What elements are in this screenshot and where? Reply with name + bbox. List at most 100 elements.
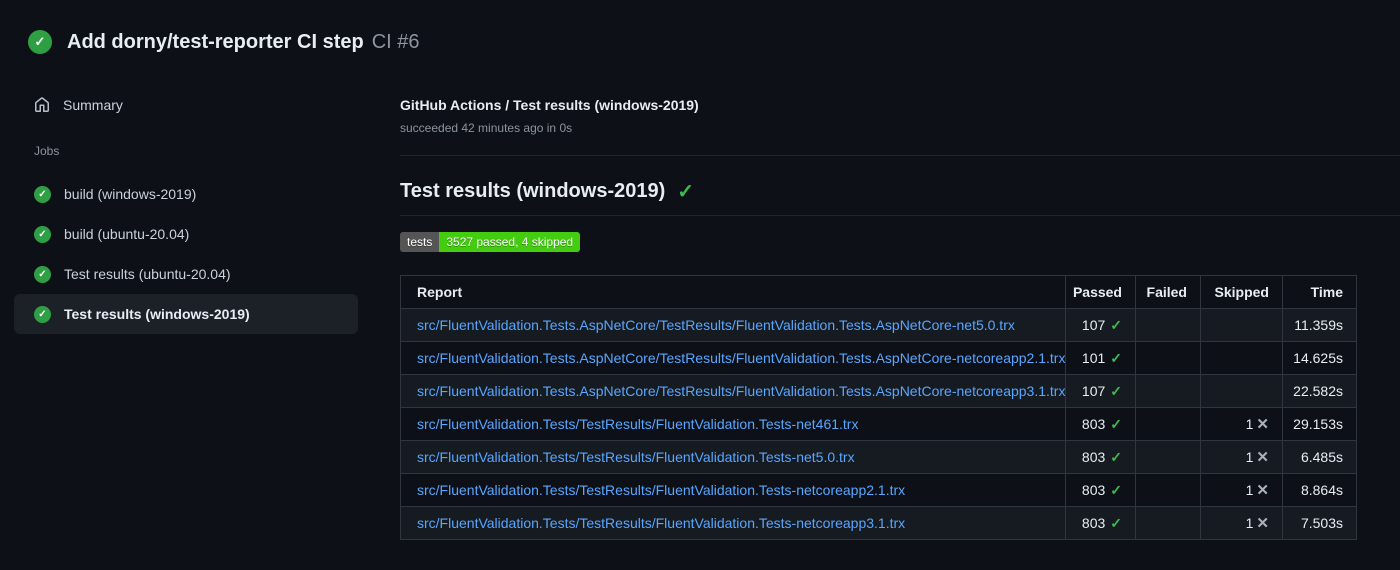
skipped-x-icon: ✕ bbox=[1256, 515, 1269, 532]
time-cell: 29.153s bbox=[1282, 407, 1357, 441]
passed-check-icon: ✓ bbox=[1110, 415, 1122, 432]
table-row: src/FluentValidation.Tests.AspNetCore/Te… bbox=[400, 341, 1357, 375]
sidebar-summary-label: Summary bbox=[63, 97, 123, 113]
failed-cell bbox=[1135, 440, 1201, 474]
passed-count: 107 bbox=[1081, 316, 1106, 333]
passed-check-icon: ✓ bbox=[1110, 481, 1122, 498]
main-content: GitHub Actions / Test results (windows-2… bbox=[400, 96, 1400, 540]
failed-cell bbox=[1135, 506, 1201, 540]
time-cell: 6.485s bbox=[1282, 440, 1357, 474]
job-success-check-icon: ✓ bbox=[34, 225, 51, 243]
sidebar: Summary Jobs ✓ build (windows-2019) ✓ bu… bbox=[0, 88, 372, 334]
section-title: Test results (windows-2019) bbox=[400, 180, 666, 202]
job-label: Test results (ubuntu-20.04) bbox=[64, 266, 231, 282]
check-run-title: GitHub Actions / Test results (windows-2… bbox=[400, 97, 699, 113]
passed-count: 803 bbox=[1081, 448, 1106, 465]
passed-check-icon: ✓ bbox=[1110, 349, 1122, 366]
time-cell: 14.625s bbox=[1282, 341, 1357, 375]
check-run-status: succeeded 42 minutes ago in 0s bbox=[400, 121, 573, 135]
passed-check-icon: ✓ bbox=[1110, 316, 1122, 333]
job-label: build (windows-2019) bbox=[64, 186, 197, 202]
sidebar-job-test-results-windows-2019[interactable]: ✓ Test results (windows-2019) bbox=[14, 294, 358, 334]
skipped-cell bbox=[1200, 374, 1283, 408]
skipped-x-icon: ✕ bbox=[1256, 449, 1269, 466]
sidebar-jobs-list: ✓ build (windows-2019) ✓ build (ubuntu-2… bbox=[0, 174, 372, 334]
report-cell: src/FluentValidation.Tests.AspNetCore/Te… bbox=[400, 341, 1066, 375]
run-success-check-icon: ✓ bbox=[28, 30, 52, 54]
passed-check-icon: ✓ bbox=[1110, 514, 1122, 531]
passed-cell: 803 ✓ bbox=[1065, 473, 1136, 507]
section-heading: Test results (windows-2019) ✓ bbox=[400, 179, 1400, 204]
passed-check-icon: ✓ bbox=[1110, 448, 1122, 465]
report-cell: src/FluentValidation.Tests.AspNetCore/Te… bbox=[400, 308, 1066, 342]
report-link[interactable]: src/FluentValidation.Tests.AspNetCore/Te… bbox=[417, 383, 1065, 399]
failed-cell bbox=[1135, 308, 1201, 342]
table-row: src/FluentValidation.Tests/TestResults/F… bbox=[400, 407, 1357, 441]
passed-count: 101 bbox=[1081, 349, 1106, 366]
sidebar-job-build-ubuntu-2004[interactable]: ✓ build (ubuntu-20.04) bbox=[14, 214, 358, 254]
passed-count: 107 bbox=[1081, 382, 1106, 399]
skipped-count: 1 bbox=[1245, 449, 1254, 465]
time-cell: 11.359s bbox=[1282, 308, 1357, 342]
skipped-cell: 1 ✕ bbox=[1200, 407, 1283, 441]
report-link[interactable]: src/FluentValidation.Tests/TestResults/F… bbox=[417, 482, 905, 498]
passed-count: 803 bbox=[1081, 415, 1106, 432]
sidebar-jobs-heading: Jobs bbox=[34, 144, 60, 158]
table-row: src/FluentValidation.Tests/TestResults/F… bbox=[400, 440, 1357, 474]
tests-badge-value: 3527 passed, 4 skipped bbox=[439, 232, 581, 252]
passed-count: 803 bbox=[1081, 481, 1106, 498]
sidebar-job-build-windows-2019[interactable]: ✓ build (windows-2019) bbox=[14, 174, 358, 214]
job-success-check-icon: ✓ bbox=[34, 265, 51, 283]
report-cell: src/FluentValidation.Tests/TestResults/F… bbox=[400, 440, 1066, 474]
passed-cell: 101 ✓ bbox=[1065, 341, 1136, 375]
passed-count: 803 bbox=[1081, 514, 1106, 531]
sidebar-job-test-results-ubuntu-2004[interactable]: ✓ Test results (ubuntu-20.04) bbox=[14, 254, 358, 294]
column-header-skipped: Skipped bbox=[1200, 275, 1283, 309]
report-link[interactable]: src/FluentValidation.Tests.AspNetCore/Te… bbox=[417, 350, 1065, 366]
report-link[interactable]: src/FluentValidation.Tests/TestResults/F… bbox=[417, 416, 858, 432]
column-header-time: Time bbox=[1282, 275, 1357, 309]
skipped-count: 1 bbox=[1245, 416, 1254, 432]
time-cell: 8.864s bbox=[1282, 473, 1357, 507]
run-number: CI #6 bbox=[371, 30, 420, 53]
passed-cell: 803 ✓ bbox=[1065, 407, 1136, 441]
divider bbox=[400, 215, 1400, 216]
results-table-body: src/FluentValidation.Tests.AspNetCore/Te… bbox=[400, 308, 1357, 540]
passed-cell: 803 ✓ bbox=[1065, 440, 1136, 474]
report-cell: src/FluentValidation.Tests/TestResults/F… bbox=[400, 473, 1066, 507]
job-success-check-icon: ✓ bbox=[34, 305, 51, 323]
table-row: src/FluentValidation.Tests.AspNetCore/Te… bbox=[400, 308, 1357, 342]
job-label: build (ubuntu-20.04) bbox=[64, 226, 190, 242]
report-link[interactable]: src/FluentValidation.Tests/TestResults/F… bbox=[417, 515, 905, 531]
passed-check-icon: ✓ bbox=[1110, 382, 1122, 399]
skipped-cell bbox=[1200, 308, 1283, 342]
skipped-x-icon: ✕ bbox=[1256, 416, 1269, 433]
skipped-count: 1 bbox=[1245, 515, 1254, 531]
skipped-x-icon: ✕ bbox=[1256, 482, 1269, 499]
results-table-head: Report Passed Failed Skipped Time bbox=[400, 275, 1357, 309]
table-row: src/FluentValidation.Tests/TestResults/F… bbox=[400, 506, 1357, 540]
divider bbox=[400, 155, 1400, 156]
run-title: Add dorny/test-reporter CI step bbox=[67, 30, 364, 53]
job-success-check-icon: ✓ bbox=[34, 185, 51, 203]
column-header-passed: Passed bbox=[1065, 275, 1136, 309]
report-link[interactable]: src/FluentValidation.Tests/TestResults/F… bbox=[417, 449, 855, 465]
results-table: Report Passed Failed Skipped Time src/Fluent… bbox=[400, 275, 1357, 540]
tests-badge: tests 3527 passed, 4 skipped bbox=[400, 232, 581, 252]
report-link[interactable]: src/FluentValidation.Tests.AspNetCore/Te… bbox=[417, 317, 1015, 333]
report-cell: src/FluentValidation.Tests.AspNetCore/Te… bbox=[400, 374, 1066, 408]
passed-cell: 107 ✓ bbox=[1065, 308, 1136, 342]
passed-cell: 803 ✓ bbox=[1065, 506, 1136, 540]
skipped-cell: 1 ✕ bbox=[1200, 473, 1283, 507]
tests-badge-label: tests bbox=[400, 232, 440, 252]
skipped-cell: 1 ✕ bbox=[1200, 440, 1283, 474]
failed-cell bbox=[1135, 374, 1201, 408]
column-header-report: Report bbox=[400, 275, 1066, 309]
passed-cell: 107 ✓ bbox=[1065, 374, 1136, 408]
column-header-failed: Failed bbox=[1135, 275, 1201, 309]
sidebar-item-summary[interactable]: Summary bbox=[0, 88, 372, 122]
failed-cell bbox=[1135, 341, 1201, 375]
skipped-count: 1 bbox=[1245, 482, 1254, 498]
report-cell: src/FluentValidation.Tests/TestResults/F… bbox=[400, 506, 1066, 540]
time-cell: 22.582s bbox=[1282, 374, 1357, 408]
